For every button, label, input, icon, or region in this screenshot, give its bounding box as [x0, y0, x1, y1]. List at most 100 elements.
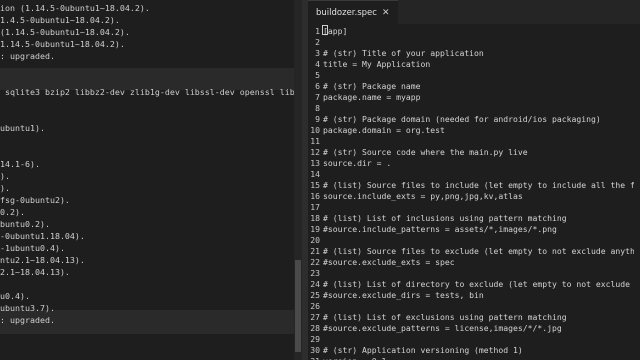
- code-line[interactable]: 27 # (list) List of exclusions using patt…: [308, 312, 640, 323]
- tab-label: buildozer.spec: [316, 8, 377, 18]
- code-line[interactable]: 1 [app]: [308, 26, 640, 37]
- code-line[interactable]: 7 package.name = myapp: [308, 92, 640, 103]
- line-number: 16: [310, 191, 320, 201]
- code-line[interactable]: 8: [308, 103, 640, 114]
- code-line[interactable]: 11: [308, 136, 640, 147]
- code-text[interactable]: # (str) Source code where the main.py li…: [323, 147, 528, 158]
- code-line[interactable]: 22 #source.exclude_exts = spec: [308, 257, 640, 268]
- line-number: 27: [310, 312, 320, 322]
- code-text[interactable]: source.dir = .: [323, 158, 391, 169]
- code-line[interactable]: 10 package.domain = org.test: [308, 125, 640, 136]
- code-line[interactable]: 15 # (list) Source files to include (let …: [308, 180, 640, 191]
- code-line[interactable]: 12 # (str) Source code where the main.py …: [308, 147, 640, 158]
- terminal-scrollbar[interactable]: [294, 0, 302, 360]
- line-number: 28: [310, 323, 320, 333]
- code-text[interactable]: title = My Application: [323, 59, 430, 70]
- line-number: 17: [310, 202, 320, 212]
- terminal-pane[interactable]: ion (1.14.5-0ubuntu1~18.04.2). 1.4.5-0ubu…: [0, 0, 302, 360]
- code-line[interactable]: 5: [308, 70, 640, 81]
- line-number: 5: [315, 70, 320, 80]
- line-number: 2: [315, 37, 320, 47]
- terminal-line: ubuntu3.7).: [0, 303, 55, 313]
- code-text[interactable]: # (str) Package domain (needed for andro…: [323, 114, 601, 125]
- code-line[interactable]: 28 #source.exclude_patterns = license,ima…: [308, 323, 640, 334]
- code-line[interactable]: 26: [308, 301, 640, 312]
- line-number: 15: [310, 180, 320, 190]
- line-number: 20: [310, 235, 320, 245]
- terminal-line: ntu2.1~18.04.13).: [0, 255, 85, 265]
- terminal-line: 2.1~18.04.13).: [0, 267, 70, 277]
- code-line[interactable]: 19 #source.include_patterns = assets/*,im…: [308, 224, 640, 235]
- line-number: 13: [310, 158, 320, 168]
- terminal-line: fsg-0ubuntu2).: [0, 195, 70, 205]
- terminal-line: u0.4).: [0, 291, 30, 301]
- tab-bar: buildozer.spec ✕: [308, 0, 640, 24]
- terminal-line: : upgraded.: [0, 315, 55, 325]
- close-icon[interactable]: ✕: [382, 1, 390, 25]
- line-number: 23: [310, 268, 320, 278]
- code-line[interactable]: 3 # (str) Title of your application: [308, 48, 640, 59]
- code-line[interactable]: 29: [308, 334, 640, 345]
- terminal-line: : upgraded.: [0, 51, 55, 61]
- code-line[interactable]: 21 # (list) Source files to exclude (let …: [308, 246, 640, 257]
- code-text[interactable]: # (list) Source files to exclude (let em…: [323, 246, 640, 257]
- line-number: 1: [315, 26, 320, 36]
- code-line[interactable]: 23: [308, 268, 640, 279]
- line-number: 9: [315, 114, 320, 124]
- line-number: 6: [315, 81, 320, 91]
- code-area[interactable]: 1 [app] 2 3 # (str) Title of your applicatio…: [308, 24, 640, 360]
- line-number: 7: [315, 92, 320, 102]
- code-text[interactable]: source.include_exts = py,png,jpg,kv,atla…: [323, 191, 523, 202]
- line-number: 24: [310, 279, 320, 289]
- line-number: 4: [315, 59, 320, 69]
- line-number: 12: [310, 147, 320, 157]
- code-text[interactable]: package.name = myapp: [323, 92, 420, 103]
- line-number: 30: [310, 345, 320, 355]
- tab-buildozer-spec[interactable]: buildozer.spec ✕: [308, 0, 398, 24]
- code-line[interactable]: 24 # (list) List of directory to exclude …: [308, 279, 640, 290]
- code-text[interactable]: # (str) Title of your application: [323, 48, 484, 59]
- line-number: 31: [308, 356, 320, 360]
- terminal-line: ubuntu1).: [0, 123, 45, 133]
- code-text[interactable]: # (list) List of exclusions using patter…: [323, 312, 567, 323]
- line-number: 3: [315, 48, 320, 58]
- code-line[interactable]: 9 # (str) Package domain (needed for andr…: [308, 114, 640, 125]
- code-text[interactable]: # (str) Application versioning (method 1…: [323, 345, 523, 356]
- editor-pane[interactable]: buildozer.spec ✕ 1 [app] 2 3 # (str) Title o…: [308, 0, 640, 360]
- code-line[interactable]: 6 # (str) Package name: [308, 81, 640, 92]
- code-text[interactable]: #source.exclude_patterns = license,image…: [323, 323, 562, 334]
- code-text[interactable]: version = 0.1: [323, 356, 386, 360]
- line-number: 8: [315, 103, 320, 113]
- code-line[interactable]: 13 source.dir = .: [308, 158, 640, 169]
- code-line[interactable]: 18 # (list) List of inclusions using patt…: [308, 213, 640, 224]
- terminal-line: ).: [0, 171, 10, 181]
- code-line[interactable]: 4 title = My Application: [308, 59, 640, 70]
- code-line[interactable]: 30 # (str) Application versioning (method…: [308, 345, 640, 356]
- code-text[interactable]: # (list) Source files to include (let em…: [323, 180, 640, 191]
- code-line[interactable]: 20: [308, 235, 640, 246]
- code-text[interactable]: #source.include_patterns = assets/*,imag…: [323, 224, 557, 235]
- code-line[interactable]: 14: [308, 169, 640, 180]
- editor-scrollbar[interactable]: [634, 24, 640, 360]
- code-text[interactable]: #source.exclude_exts = spec: [323, 257, 455, 268]
- code-line[interactable]: 2: [308, 37, 640, 48]
- terminal-scrollbar-thumb[interactable]: [295, 260, 301, 352]
- code-line[interactable]: 17: [308, 202, 640, 213]
- terminal-line: -0ubuntu1.18.04).: [0, 231, 85, 241]
- terminal-line: 0.2).: [0, 207, 25, 217]
- line-number: 18: [310, 213, 320, 223]
- terminal-line: 1.14.5-0ubuntu1~18.04.2).: [0, 39, 125, 49]
- line-number: 14: [310, 169, 320, 179]
- text-cursor: [322, 25, 328, 35]
- code-text[interactable]: #source.exclude_dirs = tests, bin: [323, 290, 484, 301]
- line-number: 10: [310, 125, 320, 135]
- code-text[interactable]: package.domain = org.test: [323, 125, 445, 136]
- code-text[interactable]: # (list) List of directory to exclude (l…: [323, 279, 640, 290]
- code-line[interactable]: 25 #source.exclude_dirs = tests, bin: [308, 290, 640, 301]
- code-text[interactable]: # (list) List of inclusions using patter…: [323, 213, 567, 224]
- terminal-line: ion (1.14.5-0ubuntu1~18.04.2).: [0, 3, 150, 13]
- code-line[interactable]: 16 source.include_exts = py,png,jpg,kv,at…: [308, 191, 640, 202]
- line-number: 26: [310, 301, 320, 311]
- code-line[interactable]: 31version = 0.1: [308, 356, 640, 360]
- code-text[interactable]: # (str) Package name: [323, 81, 420, 92]
